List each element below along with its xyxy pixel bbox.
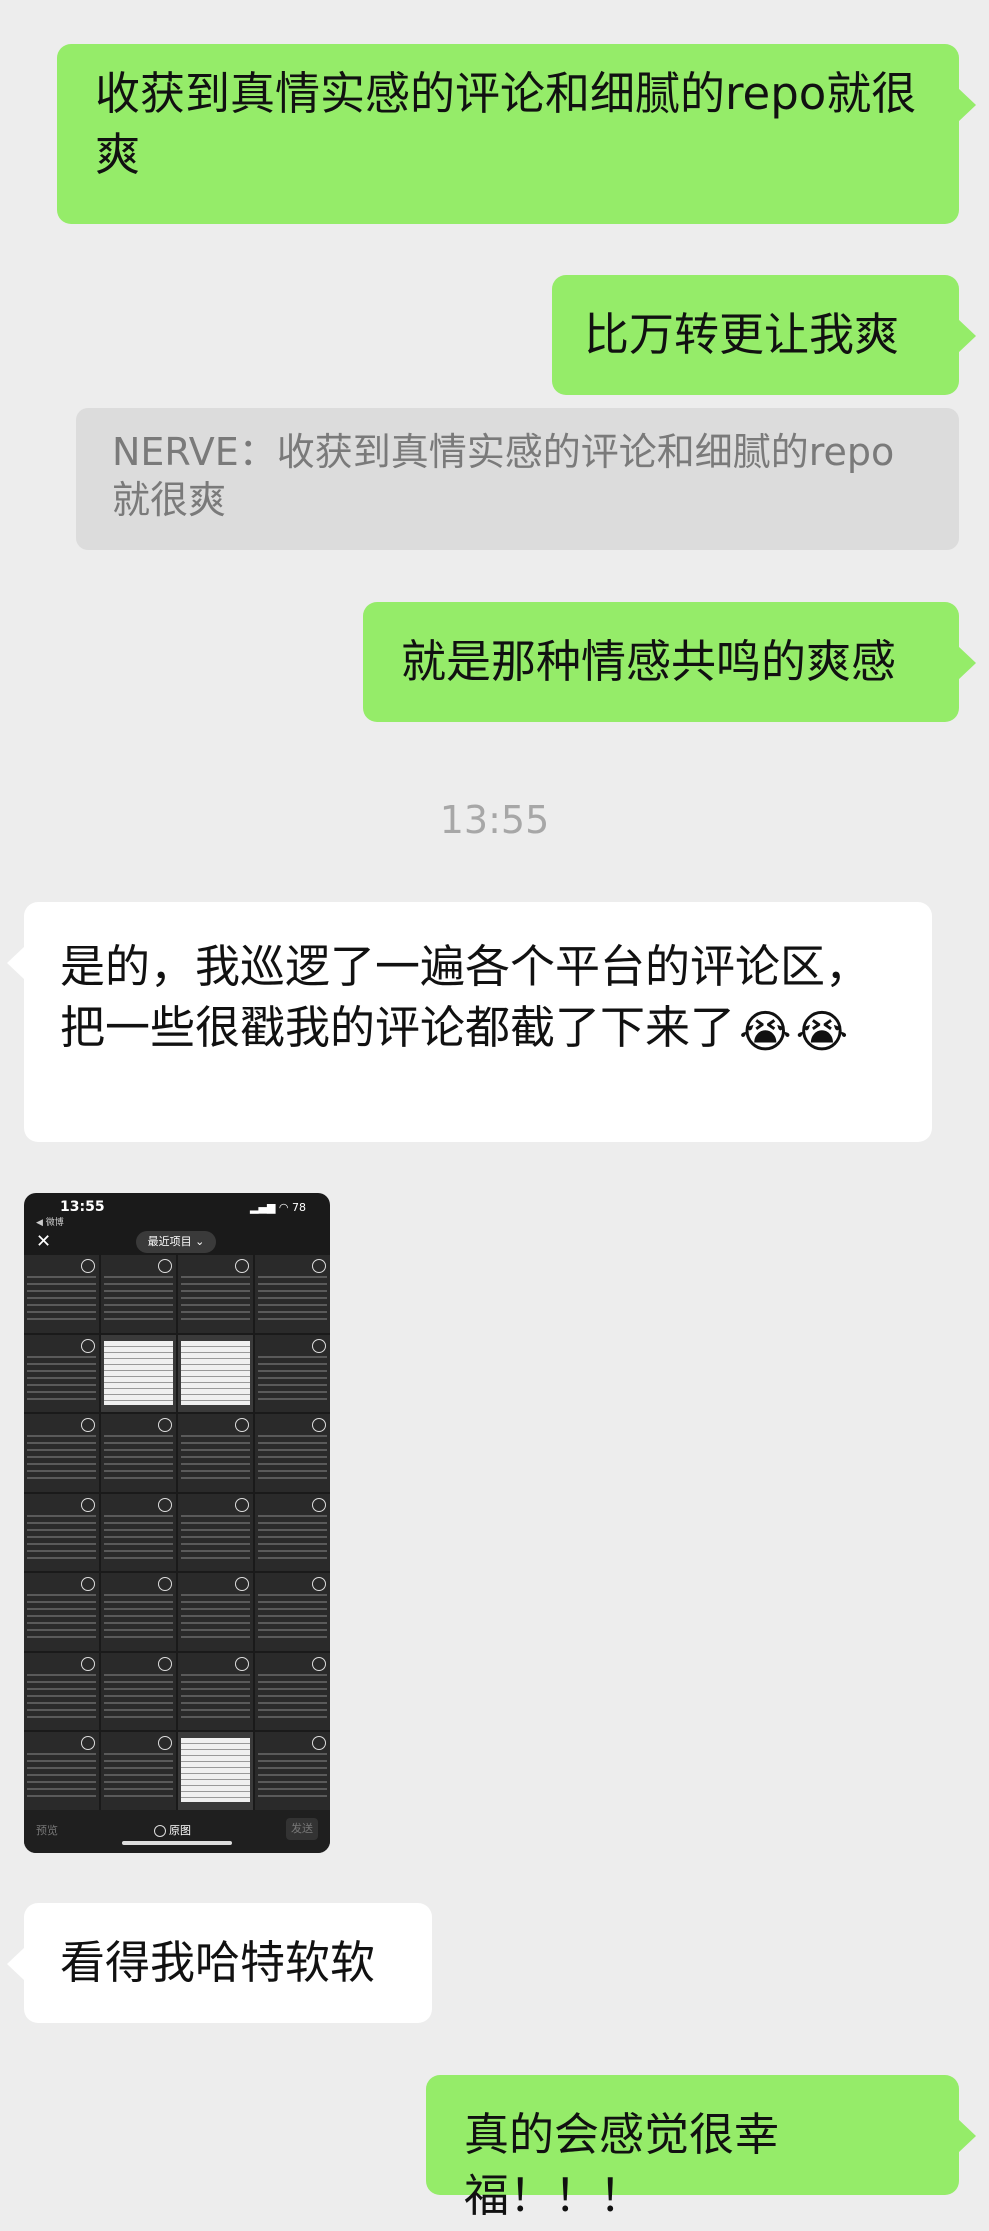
thumb-grid-cell xyxy=(178,1493,253,1572)
quoted-message[interactable]: NERVE：收获到真情实感的评论和细腻的repo就很爽 xyxy=(76,408,959,550)
thumb-grid-cell xyxy=(255,1414,330,1492)
thumb-grid-cell xyxy=(178,1414,253,1492)
message-bubble-other[interactable]: 看得我哈特软软 xyxy=(7,1903,432,2023)
quoted-text: NERVE：收获到真情实感的评论和细腻的repo就很爽 xyxy=(112,430,895,522)
thumb-grid-cell xyxy=(24,1255,99,1333)
thumb-bottom-bar: 预览 原图 发送 xyxy=(24,1810,330,1853)
message-bubble-self[interactable]: 真的会感觉很幸福！！！ xyxy=(426,2075,976,2222)
thumb-original-toggle: 原图 xyxy=(154,1822,191,1838)
message-bubble-self[interactable]: 收获到真情实感的评论和细腻的repo就很爽 xyxy=(57,44,976,224)
message-text: 就是那种情感共鸣的爽感 xyxy=(401,635,897,688)
timestamp: 13:55 xyxy=(439,798,550,842)
thumb-grid-cell xyxy=(101,1414,176,1492)
thumb-grid-cell xyxy=(255,1573,330,1651)
message-bubble-self[interactable]: 就是那种情感共鸣的爽感 xyxy=(363,602,976,722)
thumb-grid-cell xyxy=(255,1732,330,1810)
thumb-grid-cell xyxy=(101,1255,176,1333)
thumb-album-selector: 最近项目 ⌄ xyxy=(136,1231,216,1253)
thumb-grid-cell xyxy=(24,1652,99,1731)
thumb-send-button: 发送 xyxy=(286,1818,318,1840)
thumb-grid-cell xyxy=(101,1334,176,1413)
thumb-grid-cell xyxy=(178,1573,253,1651)
thumb-grid-cell xyxy=(255,1652,330,1731)
thumb-close-icon: ✕ xyxy=(36,1231,52,1252)
thumb-status-time: 13:55 xyxy=(60,1199,105,1215)
thumb-grid-cell xyxy=(101,1652,176,1731)
thumb-grid-cell xyxy=(255,1334,330,1413)
thumb-grid-cell xyxy=(24,1493,99,1572)
thumb-grid-cell xyxy=(178,1255,253,1333)
thumb-preview-label: 预览 xyxy=(36,1824,58,1837)
crying-emoji-icon: 😭 xyxy=(739,1004,792,1058)
thumb-grid-cell xyxy=(101,1493,176,1572)
crying-emoji-icon: 😭 xyxy=(795,1004,849,1058)
thumb-grid-cell xyxy=(178,1334,253,1413)
message-bubble-other[interactable]: 是的，我巡逻了一遍各个平台的评论区，把一些很戳我的评论都截了下来了😭😭 xyxy=(7,902,932,1142)
radio-circle-icon xyxy=(154,1825,166,1837)
thumb-grid-cell xyxy=(24,1573,99,1651)
thumb-home-indicator xyxy=(122,1841,232,1845)
thumb-grid-cell xyxy=(178,1732,253,1810)
screenshot-image-message[interactable]: 13:55 ▂▄▆ ◠ 78 ◀ 微博 ✕ 最近项目 ⌄ 预览 原图 发送 xyxy=(24,1193,330,1853)
thumb-photo-grid xyxy=(24,1255,330,1810)
thumb-grid-cell xyxy=(178,1652,253,1731)
message-bubble-self[interactable]: 比万转更让我爽 xyxy=(552,275,976,395)
thumb-grid-cell xyxy=(24,1334,99,1413)
message-text: 比万转更让我爽 xyxy=(584,308,900,361)
message-text: 真的会感觉很幸福！！！ xyxy=(464,2108,780,2222)
thumb-grid-cell xyxy=(24,1414,99,1492)
thumb-status-icons: ▂▄▆ ◠ 78 xyxy=(250,1201,306,1214)
message-text: 看得我哈特软软 xyxy=(60,1936,376,1989)
thumb-back-label: ◀ 微博 xyxy=(36,1218,64,1228)
message-text: 收获到真情实感的评论和细腻的repo就很爽 xyxy=(95,67,917,181)
thumb-grid-cell xyxy=(255,1255,330,1333)
thumb-grid-cell xyxy=(101,1573,176,1651)
thumb-grid-cell xyxy=(255,1493,330,1572)
thumb-grid-cell xyxy=(101,1732,176,1810)
thumb-grid-cell xyxy=(24,1732,99,1810)
